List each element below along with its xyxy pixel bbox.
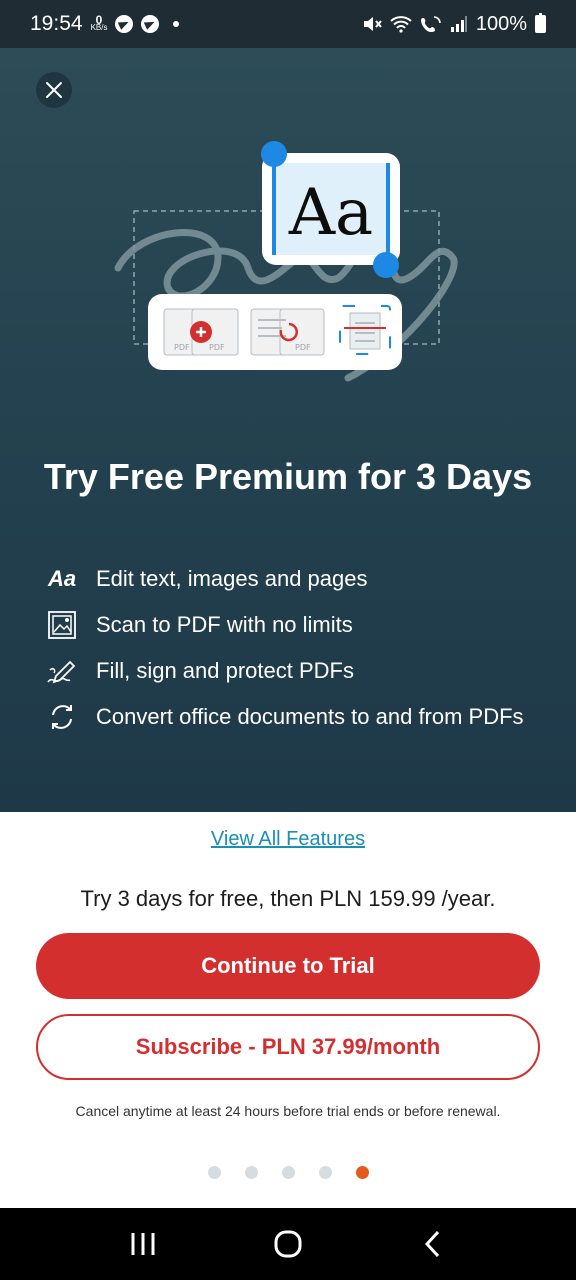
price-text: Try 3 days for free, then PLN 159.99 /ye… [80,886,496,911]
wifi-icon [390,16,412,33]
close-icon [46,82,62,98]
illustration-doc-label: PDF [295,343,311,352]
continue-to-trial-button[interactable]: Continue to Trial [36,933,540,999]
signal-icon [450,16,467,32]
page-dot-active[interactable] [355,1166,369,1179]
status-time: 19:54 [30,12,83,35]
battery-level: 100% [475,12,527,35]
premium-hero: Aa PDF PDF PDF Try Free Premium for 3 Da… [0,48,576,812]
back-icon[interactable] [418,1229,448,1259]
network-speed-unit: KB/s [90,23,108,32]
status-left: 19:54 0 KB/s [30,12,180,36]
hero-title: Try Free Premium for 3 Days [43,456,533,497]
home-icon[interactable] [273,1229,303,1259]
illustration-aa-text: Aa [288,176,373,250]
view-all-features-link[interactable]: View All Features [0,828,576,851]
aa-text-icon-label: Aa [47,566,77,591]
status-bar: 19:54 0 KB/s 100% [0,0,576,48]
battery-icon [535,13,546,33]
feature-label: Scan to PDF with no limits [96,612,353,637]
illustration-doc-label: PDF [209,343,225,352]
network-speed: 0 KB/s [90,14,108,32]
feature-label: Fill, sign and protect PDFs [96,658,354,683]
mute-icon [363,17,382,31]
offer-panel: View All Features Try 3 days for free, t… [0,812,576,1208]
subscribe-label: Subscribe - PLN 37.99/month [135,1034,441,1059]
feature-item: Fill, sign and protect PDFs [44,656,544,686]
page-dot[interactable] [207,1166,221,1179]
convert-icon [44,702,80,732]
page-dot[interactable] [281,1166,295,1179]
page-indicator [0,1166,576,1179]
feature-list: Aa Edit text, images and pages Scan to P… [44,564,544,748]
system-nav-bar [0,1208,576,1280]
illustration-doc-label: PDF [174,343,190,352]
telegram-icon [115,15,134,33]
premium-illustration: Aa PDF PDF PDF [114,141,458,382]
close-button[interactable] [36,72,72,108]
continue-to-trial-label: Continue to Trial [201,953,375,978]
scan-icon [44,610,80,640]
feature-label: Convert office documents to and from PDF… [96,704,524,729]
subscribe-button[interactable]: Subscribe - PLN 37.99/month [36,1014,540,1080]
wifi-call-icon [420,16,441,32]
page-dot[interactable] [318,1166,332,1179]
feature-item: Scan to PDF with no limits [44,610,544,640]
feature-item: Aa Edit text, images and pages [44,564,544,594]
cancel-note: Cancel anytime at least 24 hours before … [75,1103,501,1119]
status-right: 100% [362,13,546,36]
feature-item: Convert office documents to and from PDF… [44,702,544,732]
feature-label: Edit text, images and pages [96,566,368,591]
recent-apps-icon[interactable] [128,1231,158,1257]
telegram-icon [141,15,160,33]
dot-icon [173,21,180,27]
aa-text-icon: Aa [44,564,80,594]
page-dot[interactable] [244,1166,258,1179]
sign-icon [44,656,80,686]
